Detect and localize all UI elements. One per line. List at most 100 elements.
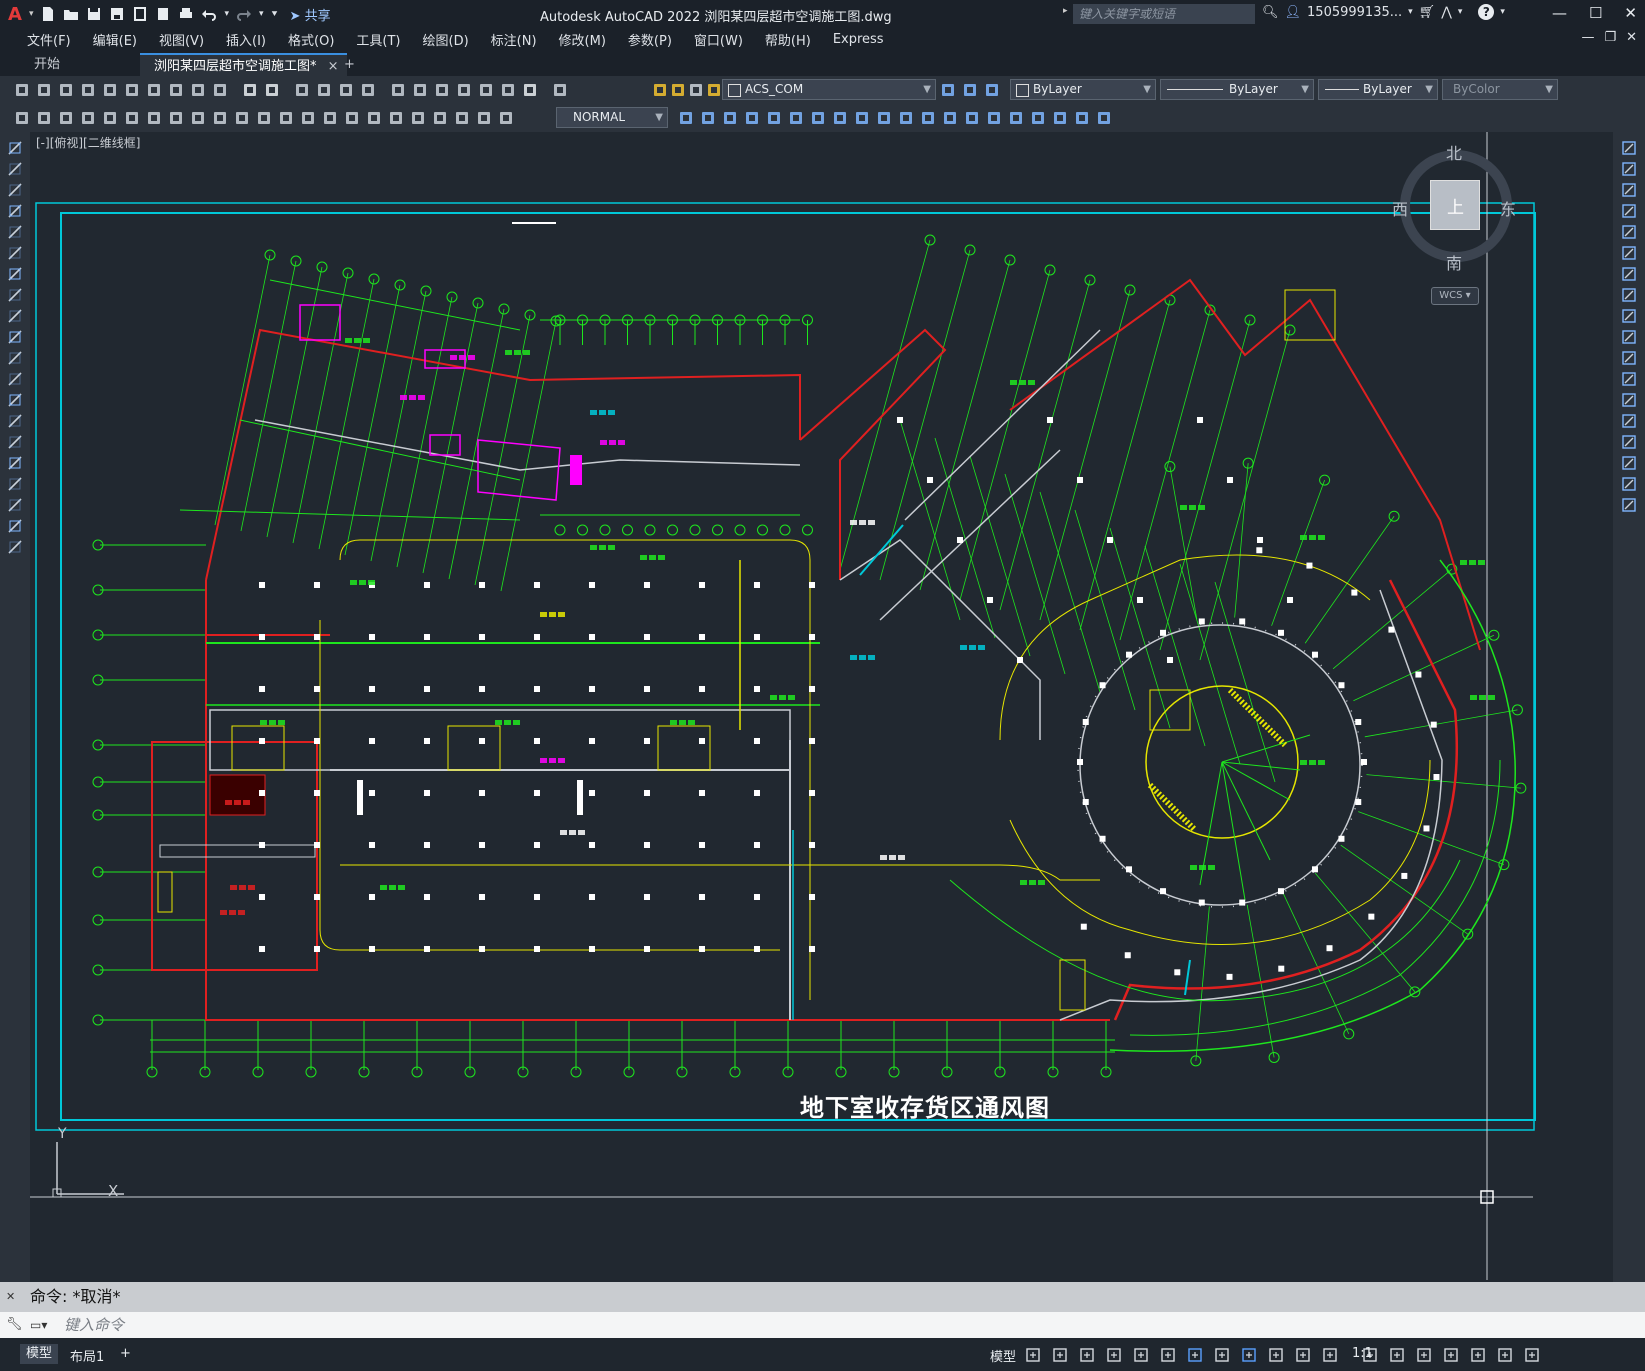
command-prompt-icon[interactable]: ▭▾ [30,1312,47,1338]
chevron-down-icon[interactable]: ▾ [224,9,229,19]
search-icon[interactable]: 🔍︎ [1262,5,1279,20]
menu-item-11[interactable]: 帮助(H) [754,30,822,49]
annotation-scale-icon[interactable] [1322,1347,1338,1363]
chevron-down-icon[interactable]: ▾ [259,9,264,19]
region-icon[interactable] [1030,110,1046,126]
stretch-icon[interactable] [854,110,870,126]
gradient-icon[interactable] [7,455,23,471]
trim-icon[interactable] [876,110,892,126]
restore-icon[interactable]: ❐ [1604,30,1616,45]
transparency-icon[interactable] [1241,1347,1257,1363]
break-point-icon[interactable] [920,110,936,126]
isodraft-icon[interactable] [1133,1347,1149,1363]
join-icon[interactable] [1621,413,1637,429]
circle-icon[interactable] [7,266,23,282]
command-line[interactable]: 🔧︎ ▭▾ 键入命令 [0,1312,1645,1338]
ellipse-arc-icon[interactable] [7,350,23,366]
menu-item-3[interactable]: 插入(I) [215,30,277,49]
ordinate-icon[interactable] [146,110,162,126]
rotate-icon[interactable] [810,110,826,126]
point-icon[interactable] [7,413,23,429]
move-icon[interactable] [1621,245,1637,261]
model-space-button[interactable]: 模型 [990,1346,1016,1365]
tab-start[interactable]: 开始 [20,53,74,76]
edit-dim-icon[interactable] [454,110,470,126]
add-selected-icon[interactable] [7,539,23,555]
boundary-icon[interactable] [1096,110,1112,126]
tab-model[interactable]: 模型 [20,1344,59,1364]
customize-qat-icon[interactable]: ⯆ [271,9,279,20]
open-icon[interactable] [36,82,52,98]
lineweight-dropdown[interactable]: ByLayer ▼ [1318,79,1438,100]
new-layout-button[interactable]: + [120,1346,131,1361]
chevron-down-icon[interactable]: ▾ [1408,7,1413,17]
menu-item-10[interactable]: 窗口(W) [683,30,754,49]
copy-object-icon[interactable] [700,110,716,126]
line-icon[interactable] [7,140,23,156]
gradient-icon[interactable] [1074,110,1090,126]
make-block-icon[interactable] [7,392,23,408]
make-current-icon[interactable] [940,82,956,98]
array-icon[interactable] [1621,224,1637,240]
publish-icon[interactable] [124,82,140,98]
layer-dropdown[interactable]: ACS_COM ▼ [722,79,936,100]
diameter-icon[interactable] [212,110,228,126]
quick-properties-icon[interactable] [1443,1347,1459,1363]
layer-properties-icon[interactable] [552,82,568,98]
space-icon[interactable] [322,110,338,126]
osnap-track-icon[interactable] [1160,1347,1176,1363]
app-menu-button[interactable]: A [8,4,22,25]
linear-dim-icon[interactable] [80,110,96,126]
tolerance-icon[interactable] [366,110,382,126]
chevron-down-icon[interactable]: ▾ [29,9,34,19]
new-icon[interactable] [14,82,30,98]
menu-item-12[interactable]: Express [822,32,895,47]
zoom-window-icon[interactable] [338,82,354,98]
minimize-icon[interactable]: — [1581,30,1594,45]
minimize-icon[interactable]: — [1552,4,1567,22]
linetype-dropdown[interactable]: ByLayer ▼ [1160,79,1314,100]
menu-item-2[interactable]: 视图(V) [148,30,215,49]
sun-icon[interactable] [670,82,686,98]
menu-item-5[interactable]: 工具(T) [345,30,411,49]
polyline-icon[interactable] [7,182,23,198]
share-button[interactable]: ➤ 共享 [290,5,331,24]
compass-east[interactable]: 东 [1500,196,1516,220]
autodesk-a360-icon[interactable]: ⋀ [1441,5,1452,20]
new-file-icon[interactable] [40,6,56,22]
tab-layout1[interactable]: 布局1 [70,1346,104,1365]
sheetset-icon[interactable] [456,82,472,98]
quickcalc-icon[interactable] [500,82,516,98]
zoom-previous-icon[interactable] [360,82,376,98]
blend-icon[interactable] [1621,476,1637,492]
scale-icon[interactable] [1621,287,1637,303]
help-icon[interactable] [522,82,538,98]
menu-item-9[interactable]: 参数(P) [617,30,683,49]
aligned-dim-icon[interactable] [102,110,118,126]
customize-icon[interactable] [1524,1347,1540,1363]
table-icon[interactable] [58,110,74,126]
search-input[interactable]: 键入关键字或短语 [1073,4,1255,24]
lightbulb-icon[interactable] [652,82,668,98]
menu-item-6[interactable]: 绘图(D) [412,30,480,49]
isolate-icon[interactable] [1470,1347,1486,1363]
fullscreen-icon[interactable] [1497,1347,1513,1363]
cut-icon[interactable] [146,82,162,98]
pan-icon[interactable] [294,82,310,98]
chevron-right-icon[interactable]: ▸ [1063,6,1068,16]
compass-south[interactable]: 南 [1446,250,1462,274]
menu-item-8[interactable]: 修改(M) [548,30,617,49]
chevron-down-icon[interactable]: ▾ [1500,7,1505,17]
lock-icon[interactable] [706,82,722,98]
tab-drawing[interactable]: 浏阳某四层超市空调施工图* × [140,53,347,78]
break-at-point-icon[interactable] [1621,371,1637,387]
quick-dim-icon[interactable] [256,110,272,126]
undo-icon[interactable] [242,82,258,98]
extend-icon[interactable] [1621,350,1637,366]
menu-item-0[interactable]: 文件(F) [16,30,82,49]
scale-icon[interactable] [832,110,848,126]
table-icon[interactable] [7,497,23,513]
polygon-icon[interactable] [7,203,23,219]
explode-icon[interactable] [1621,497,1637,513]
insert-block-icon[interactable] [7,371,23,387]
